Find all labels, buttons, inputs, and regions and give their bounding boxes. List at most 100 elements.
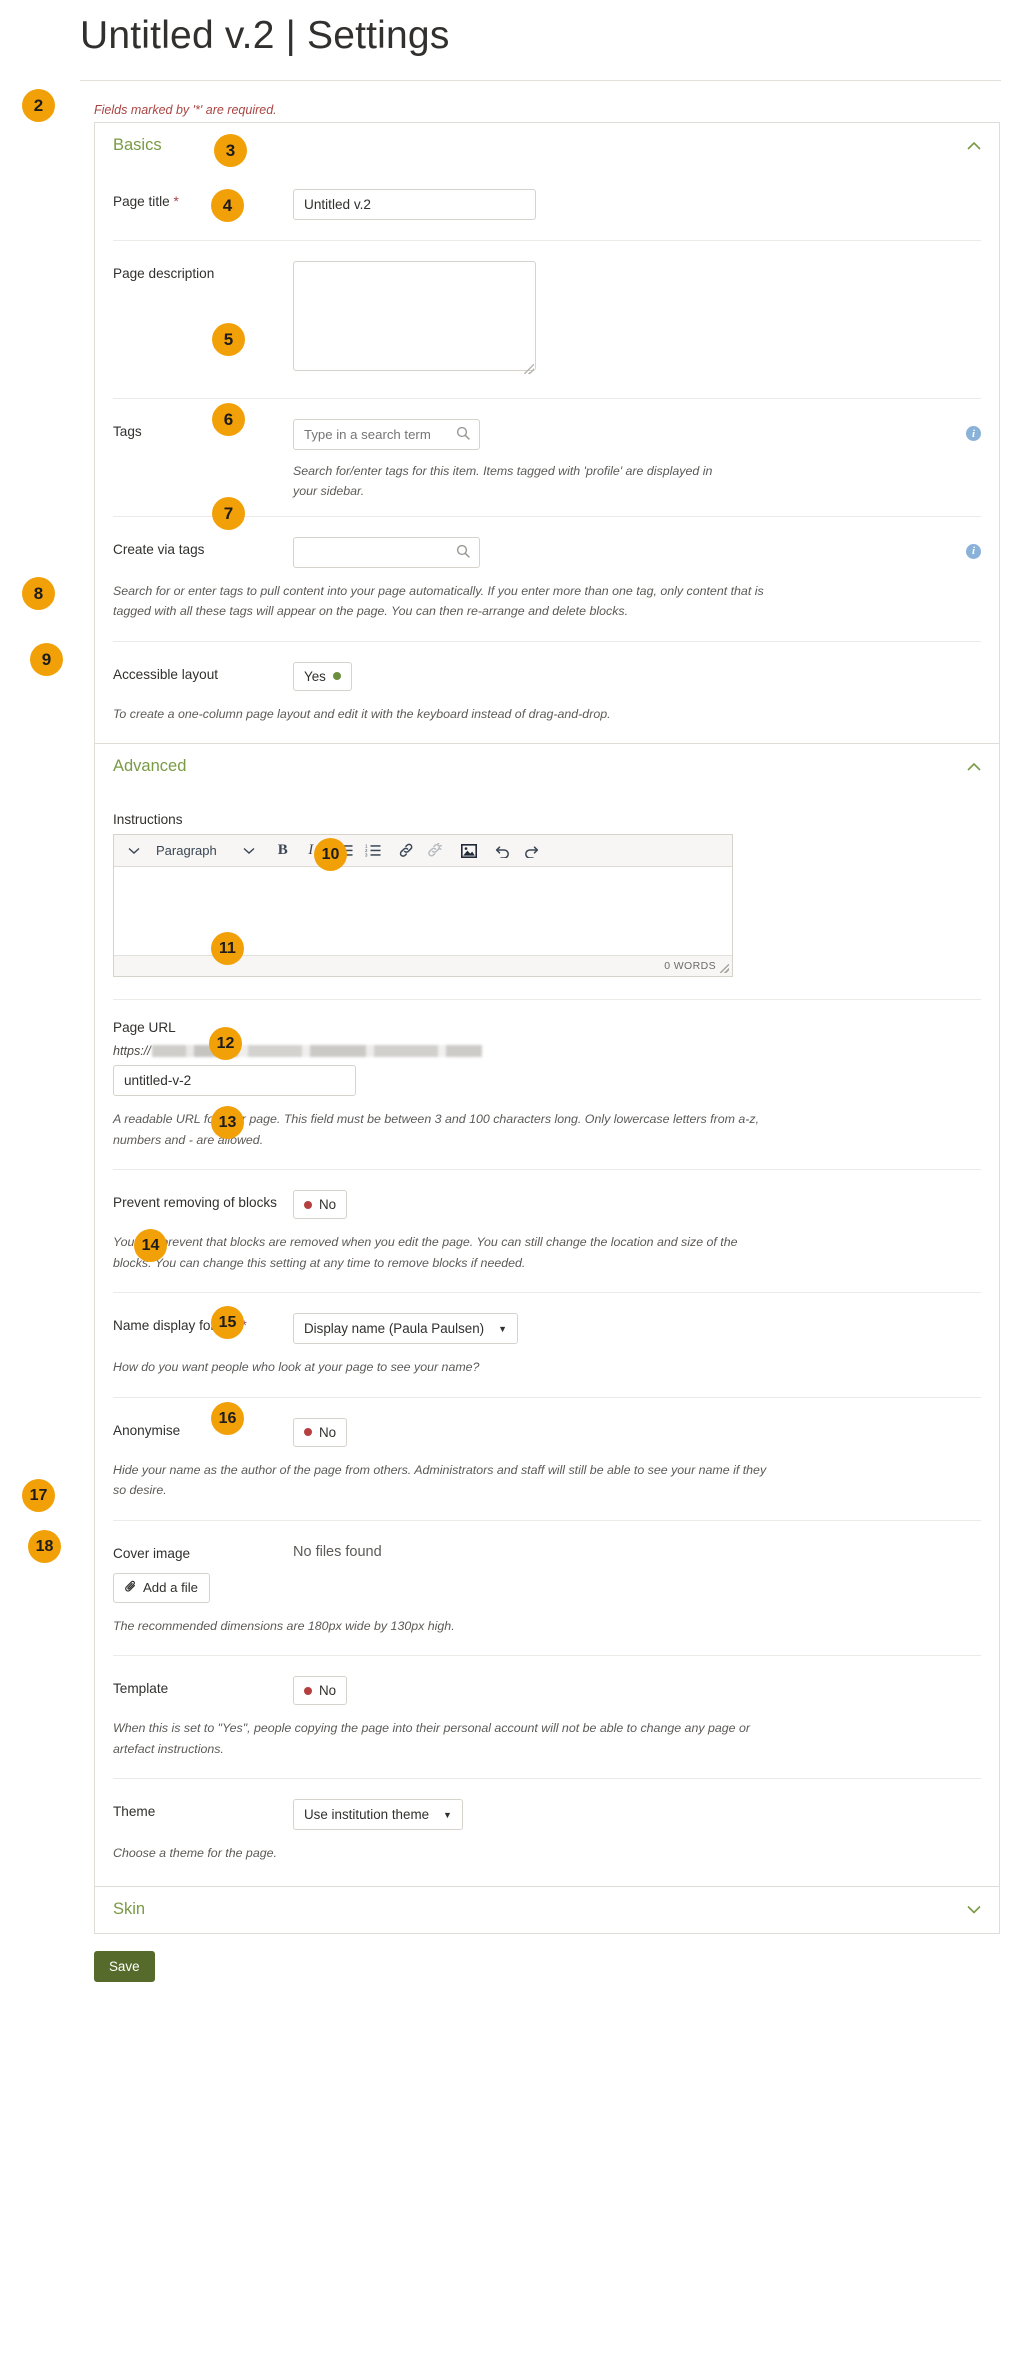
tags-search-box <box>293 419 480 450</box>
info-icon[interactable]: i <box>966 543 981 559</box>
label-text: Page title <box>113 194 170 209</box>
instructions-editor: Paragraph B I 1 2 3 0 WORDS <box>113 834 733 978</box>
image-icon[interactable] <box>455 838 483 864</box>
form-actions: Save <box>94 1934 1015 2012</box>
accessible-layout-value: Yes <box>304 668 326 684</box>
callout-badge-11: 11 <box>211 932 244 965</box>
page-url-prefix: https:// <box>113 1044 981 1058</box>
page-description-textarea[interactable] <box>293 261 536 371</box>
paperclip-icon <box>125 1580 137 1596</box>
field-page-url: Page URL https:// <box>113 1000 981 1097</box>
numbered-list-icon[interactable]: 1 2 3 <box>359 838 387 864</box>
callout-badge-2: 2 <box>22 89 55 122</box>
help-page-url: A readable URL for your page. This field… <box>113 1112 760 1147</box>
field-page-title: Page title * <box>113 169 981 220</box>
chevron-up-icon[interactable] <box>967 139 981 152</box>
help-accessible-layout: To create a one-column page layout and e… <box>113 706 611 721</box>
label-theme: Theme <box>113 1804 156 1820</box>
panel-title-advanced: Advanced <box>113 757 187 776</box>
create-via-tags-input[interactable] <box>293 536 480 568</box>
editor-format-select[interactable]: Paragraph <box>148 843 263 858</box>
callout-badge-9: 9 <box>30 643 63 676</box>
chevron-up-icon[interactable] <box>967 760 981 773</box>
callout-badge-5: 5 <box>212 323 245 356</box>
resize-grip-icon[interactable] <box>524 364 534 374</box>
required-asterisk: * <box>173 194 179 209</box>
label-page-url: Page URL <box>113 1020 176 1036</box>
callout-badge-7: 7 <box>212 497 245 530</box>
status-dot-icon <box>304 1200 312 1209</box>
create-via-tags-search-box <box>293 536 480 568</box>
callout-badge-17: 17 <box>22 1479 55 1512</box>
panel-title-basics: Basics <box>113 136 162 154</box>
field-accessible-layout: Accessible layout Yes <box>113 642 981 691</box>
label-page-description: Page description <box>113 266 215 281</box>
page-url-input[interactable] <box>113 1065 356 1097</box>
callout-badge-15: 15 <box>211 1306 244 1339</box>
chevron-down-icon[interactable] <box>967 1903 981 1916</box>
resize-grip-icon[interactable] <box>720 964 729 974</box>
page-title: Untitled v.2 | Settings <box>80 14 450 57</box>
callout-badge-6: 6 <box>212 403 245 436</box>
callout-badge-8: 8 <box>22 577 55 610</box>
help-tags: Search for/enter tags for this item. Ite… <box>293 464 713 499</box>
panel-header-advanced[interactable]: Advanced <box>95 744 999 791</box>
status-dot-icon <box>332 672 341 681</box>
name-display-format-select[interactable]: Display name (Paula Paulsen) ▼ <box>293 1313 519 1345</box>
prevent-removing-blocks-value: No <box>319 1197 337 1213</box>
callout-badge-3: 3 <box>214 134 247 167</box>
template-value: No <box>319 1683 337 1699</box>
tags-input[interactable] <box>293 419 480 450</box>
label-instructions: Instructions <box>113 812 183 828</box>
editor-statusbar: 0 WORDS <box>114 955 732 977</box>
help-template: When this is set to "Yes", people copyin… <box>113 1721 750 1756</box>
link-icon[interactable] <box>393 838 421 864</box>
bold-icon[interactable]: B <box>269 838 297 864</box>
template-toggle[interactable]: No <box>293 1676 348 1706</box>
word-count: 0 WORDS <box>664 960 716 973</box>
accessible-layout-toggle[interactable]: Yes <box>293 661 352 691</box>
chevron-down-icon[interactable] <box>120 838 148 864</box>
theme-select[interactable]: Use institution theme ▼ <box>293 1799 463 1831</box>
label-name-display-format: Name display format * <box>113 1313 293 1333</box>
panel-header-skin[interactable]: Skin <box>95 1886 999 1933</box>
label-tags: Tags <box>113 424 142 439</box>
label-anonymise: Anonymise <box>113 1422 181 1438</box>
prevent-removing-blocks-toggle[interactable]: No <box>293 1190 348 1220</box>
field-cover-image: Cover image No files found <box>113 1521 981 1561</box>
callout-badge-13: 13 <box>211 1106 244 1139</box>
unlink-icon[interactable] <box>421 838 449 864</box>
status-dot-icon <box>304 1428 312 1437</box>
field-prevent-removing-blocks: Prevent removing of blocks No <box>113 1170 981 1220</box>
save-button[interactable]: Save <box>94 1950 155 1982</box>
status-dot-icon <box>304 1686 312 1695</box>
page-url-prefix-text: https:// <box>113 1044 151 1059</box>
panel-body-basics: Page title * Page description <box>95 169 999 743</box>
add-a-file-label: Add a file <box>143 1580 198 1596</box>
undo-icon[interactable] <box>489 838 517 864</box>
panel-title-skin: Skin <box>113 1899 146 1918</box>
help-cover-image: The recommended dimensions are 180px wid… <box>113 1618 455 1633</box>
cover-image-status: No files found <box>293 1543 382 1560</box>
anonymise-toggle[interactable]: No <box>293 1417 348 1447</box>
redo-icon[interactable] <box>517 838 545 864</box>
required-fields-note: Fields marked by '*' are required. <box>94 103 277 117</box>
help-theme: Choose a theme for the page. <box>113 1846 277 1861</box>
field-theme: Theme Use institution theme ▼ <box>113 1779 981 1831</box>
label-create-via-tags: Create via tags <box>113 541 205 557</box>
instructions-editor-body[interactable] <box>114 867 732 956</box>
label-accessible-layout: Accessible layout <box>113 666 219 682</box>
theme-value: Use institution theme <box>304 1807 430 1823</box>
label-template: Template <box>113 1681 169 1697</box>
redacted-url <box>151 1045 482 1058</box>
field-page-description: Page description <box>113 241 981 376</box>
help-name-display-format: How do you want people who look at your … <box>113 1360 480 1375</box>
panel-skin: Skin <box>94 1886 1000 1934</box>
label-cover-image: Cover image <box>113 1545 191 1561</box>
page-title-input[interactable] <box>293 189 536 220</box>
label-prevent-removing-blocks: Prevent removing of blocks <box>113 1195 277 1211</box>
name-display-format-value: Display name (Paula Paulsen) <box>304 1321 485 1337</box>
add-a-file-button[interactable]: Add a file <box>113 1572 210 1603</box>
info-icon[interactable]: i <box>966 426 981 441</box>
callout-badge-4: 4 <box>211 189 244 222</box>
